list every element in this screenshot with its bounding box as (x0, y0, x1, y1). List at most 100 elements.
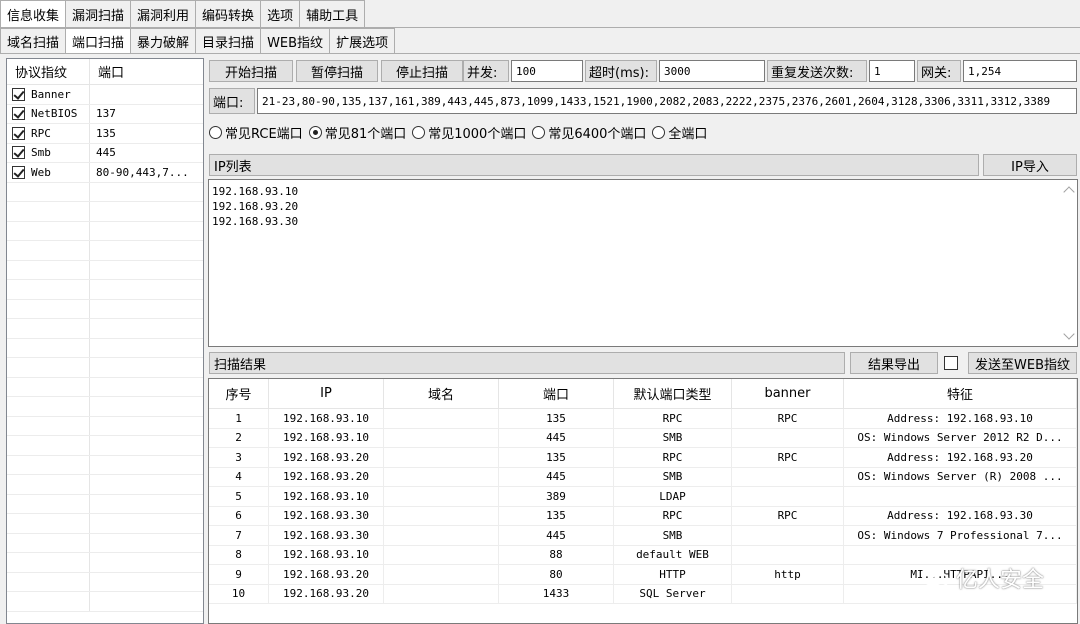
table-row[interactable]: 4 192.168.93.20 445 SMB OS: Windows Server (… (209, 467, 1077, 487)
col-header-domain[interactable]: 域名 (384, 379, 499, 408)
port-preset-radio[interactable]: 常见6400个端口 (532, 123, 646, 142)
empty-cell (7, 221, 90, 240)
tab-web-fingerprint[interactable]: WEB指纹 (260, 28, 331, 53)
ports-input[interactable]: 21-23,80-90,135,137,161,389,443,445,873,… (257, 88, 1077, 114)
radio-dot-icon[interactable] (652, 125, 666, 139)
tab-domain-scan[interactable]: 域名扫描 (0, 28, 67, 53)
port-preset-radio[interactable]: 常见81个端口 (308, 123, 406, 142)
cell-port: 80 (499, 565, 614, 584)
retry-count-input[interactable]: 1 (869, 60, 915, 82)
protocol-name-cell: NetBIOS (7, 104, 90, 123)
tab-brute-force[interactable]: 暴力破解 (130, 28, 197, 53)
protocol-name: Web (31, 165, 51, 179)
results-checkbox[interactable] (944, 356, 958, 370)
retry-count-label: 重复发送次数: (767, 60, 867, 82)
tab-port-scan[interactable]: 端口扫描 (65, 28, 132, 53)
timeout-input[interactable]: 3000 (659, 60, 765, 82)
table-row[interactable]: 3 192.168.93.20 135 RPC RPC Address: 192.168.… (209, 448, 1077, 468)
tab-encoding[interactable]: 编码转换 (195, 0, 262, 27)
col-header-feature[interactable]: 特征 (844, 379, 1077, 408)
watermark-text: 亿人安全 (955, 568, 1044, 593)
protocol-checkbox[interactable] (12, 165, 25, 179)
tab-options[interactable]: 选项 (260, 0, 301, 27)
protocol-row-empty (7, 494, 203, 514)
protocol-name-cell: Banner (7, 85, 90, 104)
cell-domain (384, 526, 499, 545)
ip-import-button[interactable]: IP导入 (983, 154, 1077, 176)
protocol-checkbox[interactable] (12, 87, 25, 101)
col-header-ip[interactable]: IP (269, 379, 384, 408)
protocol-checkbox[interactable] (12, 146, 25, 160)
port-preset-label: 全端口 (668, 126, 708, 142)
protocol-name: RPC (31, 126, 51, 140)
pause-scan-button[interactable]: 暂停扫描 (296, 60, 378, 82)
cell-index: 9 (209, 565, 269, 584)
protocol-row[interactable]: NetBIOS 137 (7, 104, 203, 124)
cell-ip: 192.168.93.10 (269, 487, 384, 506)
port-preset-radio[interactable]: 全端口 (652, 123, 707, 142)
protocol-checkbox[interactable] (12, 126, 25, 140)
col-header-port[interactable]: 端口 (499, 379, 614, 408)
empty-cell (7, 494, 90, 513)
radio-dot-icon[interactable] (308, 125, 322, 139)
radio-dot-icon[interactable] (209, 125, 222, 139)
tab-info-gathering[interactable]: 信息收集 (0, 0, 67, 27)
cell-index: 6 (209, 506, 269, 525)
export-results-button[interactable]: 结果导出 (850, 352, 938, 374)
table-row[interactable]: 6 192.168.93.30 135 RPC RPC Address: 192.168.… (209, 506, 1077, 526)
protocol-port: 135 (96, 126, 116, 140)
cell-banner: RPC (732, 409, 844, 428)
protocol-row-empty (7, 592, 203, 612)
cell-port: 445 (499, 526, 614, 545)
timeout-label: 超时(ms): (585, 60, 657, 82)
protocol-row-empty (7, 475, 203, 495)
radio-dot-icon[interactable] (532, 125, 546, 139)
cell-index: 4 (209, 467, 269, 486)
cell-port-type: RPC (614, 506, 732, 525)
empty-cell (90, 378, 203, 397)
col-header-port-type[interactable]: 默认端口类型 (614, 379, 732, 408)
stop-scan-button[interactable]: 停止扫描 (381, 60, 463, 82)
ip-list-textarea[interactable]: 192.168.93.10 192.168.93.20 192.168.93.30 (208, 179, 1078, 347)
empty-cell (7, 475, 90, 494)
protocol-row[interactable]: Smb 445 (7, 143, 203, 163)
port-preset-radio[interactable]: 常见1000个端口 (412, 123, 526, 142)
tab-extended-options[interactable]: 扩展选项 (329, 28, 396, 53)
empty-cell (7, 260, 90, 279)
empty-cell (7, 553, 90, 572)
ip-list-scrollbar[interactable] (1060, 180, 1077, 346)
table-row[interactable]: 1 192.168.93.10 135 RPC RPC Address: 192.168.… (209, 409, 1077, 429)
protocol-row-empty (7, 533, 203, 553)
tab-vuln-scan[interactable]: 漏洞扫描 (65, 0, 132, 27)
protocol-checkbox[interactable] (12, 107, 25, 121)
protocol-row-empty (7, 514, 203, 534)
ports-label: 端口: (209, 88, 255, 114)
protocol-row[interactable]: Web 80-90,443,7... (7, 163, 203, 183)
cell-domain (384, 467, 499, 486)
protocol-row[interactable]: RPC 135 (7, 124, 203, 144)
cell-banner: http (732, 565, 844, 584)
protocol-name: Smb (31, 146, 51, 160)
cell-domain (384, 448, 499, 467)
empty-cell (90, 339, 203, 358)
tab-aux-tools[interactable]: 辅助工具 (299, 0, 366, 27)
tab-dir-scan[interactable]: 目录扫描 (195, 28, 262, 53)
col-header-banner[interactable]: banner (732, 379, 844, 408)
table-row[interactable]: 2 192.168.93.10 445 SMB OS: Windows Server 2… (209, 428, 1077, 448)
table-row[interactable]: 7 192.168.93.30 445 SMB OS: Windows 7 Profes… (209, 526, 1077, 546)
scroll-up-icon[interactable] (1063, 186, 1075, 198)
cell-port-type: default WEB (614, 545, 732, 564)
scroll-down-icon[interactable] (1063, 328, 1075, 340)
table-row[interactable]: 5 192.168.93.10 389 LDAP (209, 487, 1077, 507)
concurrency-input[interactable]: 100 (511, 60, 583, 82)
send-to-web-fingerprint-button[interactable]: 发送至WEB指纹 (968, 352, 1077, 374)
gateway-input[interactable]: 1,254 (963, 60, 1077, 82)
radio-dot-icon[interactable] (412, 125, 426, 139)
empty-cell (90, 397, 203, 416)
empty-cell (90, 456, 203, 475)
port-preset-radio[interactable]: 常见RCE端口 (209, 123, 303, 142)
col-header-index[interactable]: 序号 (209, 379, 269, 408)
start-scan-button[interactable]: 开始扫描 (209, 60, 293, 82)
protocol-row[interactable]: Banner (7, 85, 203, 105)
tab-vuln-exploit[interactable]: 漏洞利用 (130, 0, 197, 27)
